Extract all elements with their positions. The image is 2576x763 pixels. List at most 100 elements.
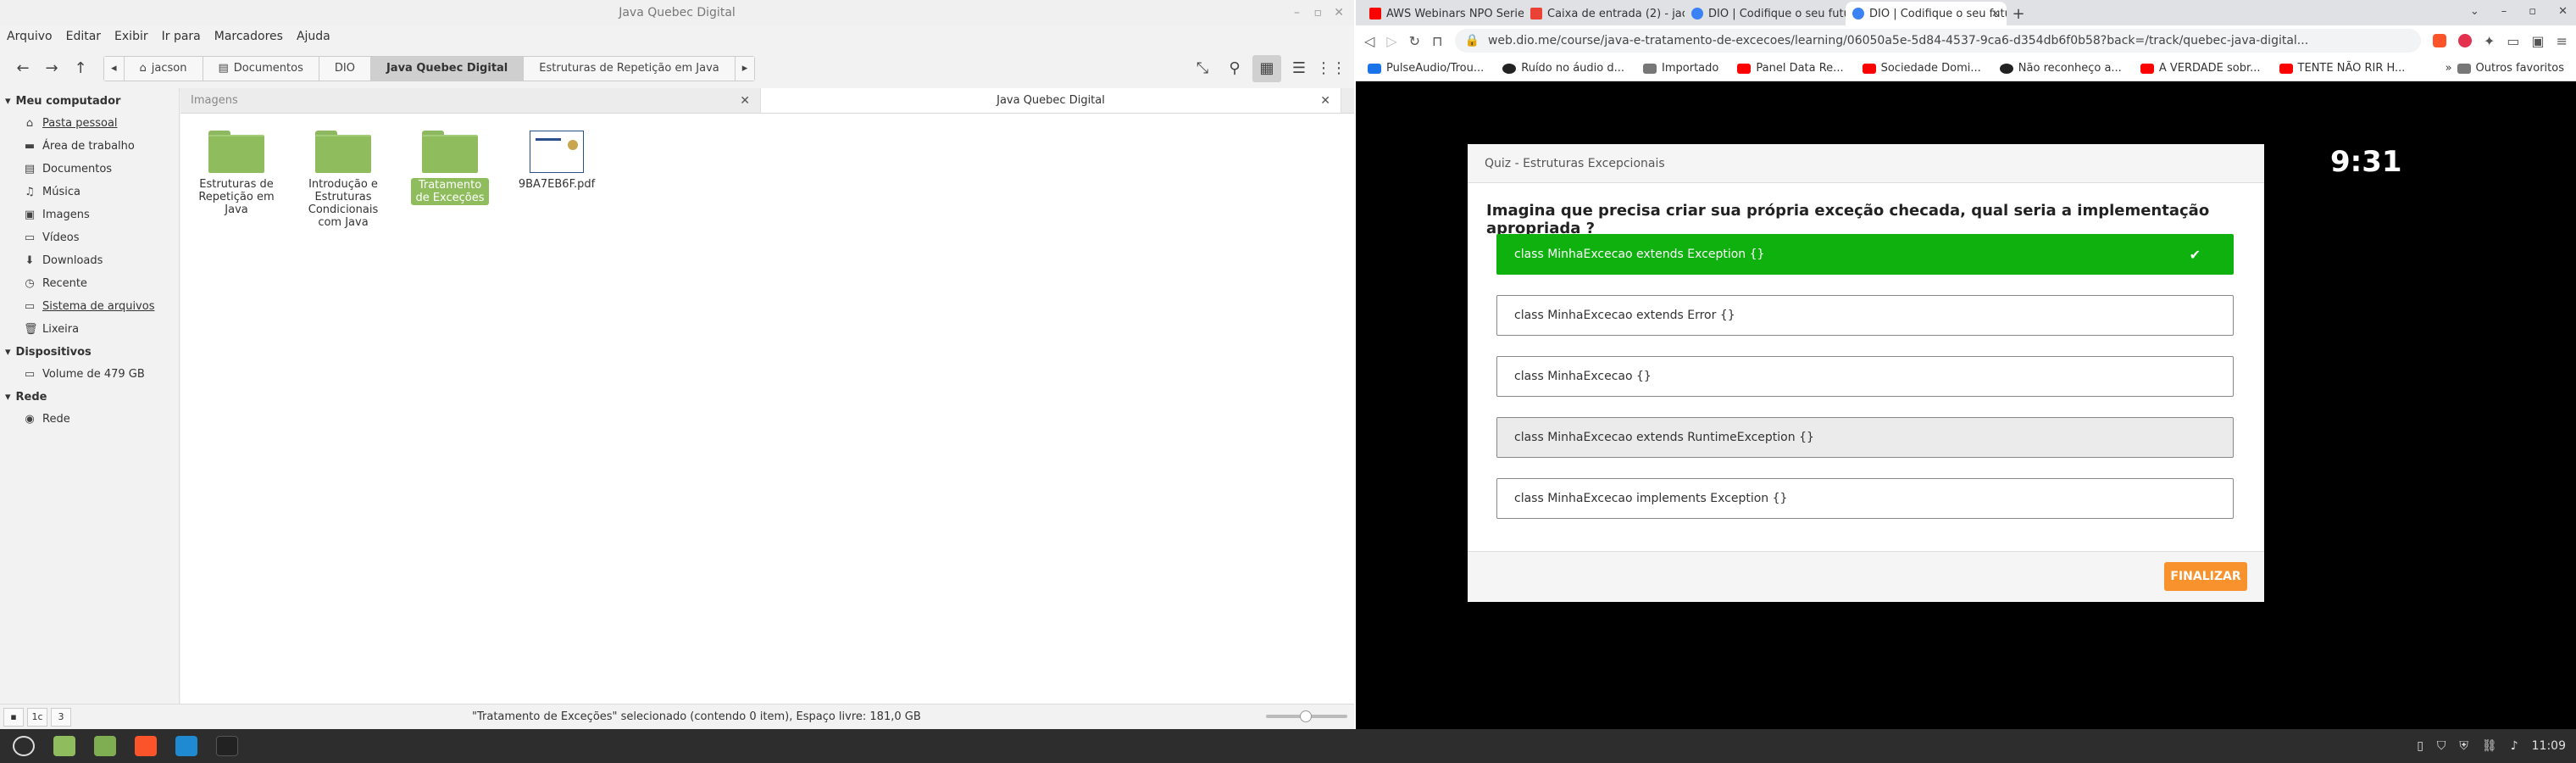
vscode-icon[interactable]	[169, 731, 203, 761]
quiz-option[interactable]: class MinhaExcecao {}	[1496, 356, 2234, 397]
other-bookmarks[interactable]: » Outros favoritos	[2446, 62, 2564, 75]
places-toggle-icon[interactable]: ▪	[3, 707, 24, 727]
sidebar-item-lixeira[interactable]: 🗑 Lixeira	[0, 318, 179, 341]
file-item-pdf[interactable]: 9BA7EB6F.pdf	[518, 131, 596, 229]
file-item-folder[interactable]: Introdução e Estruturas Condicionais com…	[304, 131, 382, 229]
close-tab-icon[interactable]: ✕	[1320, 94, 1330, 108]
finish-button[interactable]: FINALIZAR	[2164, 562, 2247, 591]
back-icon[interactable]: ◁	[1364, 33, 1374, 49]
files-app-icon[interactable]	[88, 731, 122, 761]
start-menu-icon[interactable]	[7, 731, 41, 761]
close-icon[interactable]: ✕	[2558, 5, 2568, 18]
browser-tab[interactable]: Caixa de entrada (2) - jacsonbleite	[1524, 2, 1685, 25]
sidebar-icon[interactable]: ▭	[2507, 33, 2519, 49]
bookmark-item[interactable]: Sociedade Domi...	[1862, 62, 1981, 75]
extensions-icon[interactable]: ✦	[2484, 33, 2495, 49]
sidebar-item-volume[interactable]: ▭ Volume de 479 GB	[0, 363, 179, 386]
maximize-icon[interactable]: ▫	[1314, 0, 1323, 25]
quiz-option-correct[interactable]: class MinhaExcecao extends Exception {} ✔	[1496, 234, 2234, 275]
browser-tab[interactable]: AWS Webinars NPO Series - Devops	[1363, 2, 1524, 25]
forward-arrow-icon[interactable]: →	[37, 55, 66, 82]
brave-rewards-icon[interactable]	[2457, 34, 2472, 47]
volume-icon[interactable]: ♪	[2511, 739, 2518, 753]
search-icon[interactable]: ⚲	[1220, 55, 1249, 82]
sidebar-item-musica[interactable]: ♫ Música	[0, 181, 179, 203]
sidebar-item-pasta-pessoal[interactable]: ⌂ Pasta pessoal	[0, 112, 179, 135]
menu-editar[interactable]: Editar	[66, 30, 101, 43]
zoom-slider-handle[interactable]	[1300, 710, 1312, 722]
breadcrumb-documentos[interactable]: ▤ Documentos	[203, 56, 319, 81]
status-button[interactable]: 3	[51, 707, 71, 727]
grid-view-icon[interactable]: ▦	[1252, 54, 1281, 82]
clock[interactable]: 11:09	[2532, 739, 2566, 753]
address-bar[interactable]: 🔒 web.dio.me/course/java-e-tratamento-de…	[1454, 29, 2421, 53]
new-tab-plus-icon[interactable]: +	[2007, 2, 2030, 25]
show-desktop-icon[interactable]	[47, 731, 81, 761]
menu-ir-para[interactable]: Ir para	[162, 30, 201, 43]
sidebar-item-downloads[interactable]: ⬇ Downloads	[0, 249, 179, 272]
sidebar-item-rede[interactable]: ◉ Rede	[0, 408, 179, 431]
sidebar-item-videos[interactable]: ▭ Vídeos	[0, 226, 179, 249]
network-icon[interactable]: ⛓	[2482, 739, 2497, 753]
sidebar-heading-devices[interactable]: ▾ Dispositivos	[0, 341, 179, 363]
file-item-folder-selected[interactable]: Tratamento de Exceções	[411, 131, 489, 229]
breadcrumb-dio[interactable]: DIO	[319, 56, 371, 81]
compact-view-icon[interactable]: ⋮⋮	[1316, 55, 1346, 82]
status-button[interactable]: 1c	[27, 707, 47, 727]
bookmark-folder[interactable]: Importado	[1643, 62, 1718, 75]
list-view-icon[interactable]: ☰	[1285, 55, 1313, 82]
reload-icon[interactable]: ↻	[1409, 33, 1420, 49]
tab-search-chevron-icon[interactable]: ⌄	[2470, 5, 2479, 18]
minimize-icon[interactable]: –	[1294, 0, 1300, 25]
close-tab-icon[interactable]: ✕	[1991, 8, 2000, 19]
breadcrumb-left-icon[interactable]: ◂	[104, 56, 125, 81]
sidebar-item-area-de-trabalho[interactable]: ▬ Área de trabalho	[0, 135, 179, 158]
breadcrumb-java-quebec-digital[interactable]: Java Quebec Digital	[370, 56, 525, 81]
sidebar-item-sistema-de-arquivos[interactable]: ▭ Sistema de arquivos	[0, 295, 179, 318]
breadcrumb-right-icon[interactable]: ▸	[735, 56, 755, 81]
close-tab-icon[interactable]: ✕	[740, 94, 750, 108]
sidebar-item-recente[interactable]: ◷ Recente	[0, 272, 179, 295]
path-toggle-icon[interactable]: ⤡	[1188, 55, 1217, 82]
bookmark-item[interactable]: PulseAudio/Trou...	[1368, 62, 1484, 75]
tab-java-quebec-digital[interactable]: Java Quebec Digital ✕	[761, 88, 1341, 113]
up-arrow-icon[interactable]: ↑	[66, 55, 95, 82]
shield-icon[interactable]: ⛉	[2437, 739, 2446, 753]
zoom-slider[interactable]	[1266, 710, 1347, 722]
maximize-icon[interactable]: ▫	[2529, 5, 2536, 18]
quiz-option[interactable]: class MinhaExcecao extends RuntimeExcept…	[1496, 417, 2234, 458]
menu-ajuda[interactable]: Ajuda	[297, 30, 330, 43]
bookmark-item[interactable]: TENTE NÃO RIR H...	[2279, 62, 2405, 75]
browser-tab-active[interactable]: DIO | Codifique o seu futuro g✕	[1846, 2, 2007, 25]
sidebar-item-documentos[interactable]: ▤ Documentos	[0, 158, 179, 181]
sidebar-item-imagens[interactable]: ▣ Imagens	[0, 203, 179, 226]
terminal-icon[interactable]	[210, 731, 244, 761]
forward-icon[interactable]: ▷	[1386, 33, 1396, 49]
update-icon[interactable]: ⛨	[2459, 739, 2468, 753]
close-icon[interactable]: ✕	[1334, 0, 1344, 25]
sidebar-heading-network[interactable]: ▾ Rede	[0, 386, 179, 408]
minimize-icon[interactable]: –	[2501, 5, 2507, 18]
bookmark-item[interactable]: Panel Data Re...	[1737, 62, 1844, 75]
bookmark-item[interactable]: Ruído no áudio d...	[1502, 62, 1624, 75]
brave-shield-icon[interactable]	[2432, 34, 2446, 47]
bookmark-item[interactable]: Não reconheço a...	[1999, 62, 2122, 75]
menu-icon[interactable]: ≡	[2557, 33, 2568, 49]
bookmark-icon[interactable]: ⊓	[1432, 33, 1442, 49]
bookmark-item[interactable]: A VERDADE sobr...	[2140, 62, 2261, 75]
menu-arquivo[interactable]: Arquivo	[7, 30, 53, 43]
wallet-icon[interactable]: ▣	[2531, 33, 2544, 49]
browser-tab[interactable]: DIO | Codifique o seu futuro global	[1685, 2, 1846, 25]
file-item-folder[interactable]: Estruturas de Repetição em Java	[197, 131, 275, 229]
back-arrow-icon[interactable]: ←	[8, 55, 37, 82]
menu-marcadores[interactable]: Marcadores	[214, 30, 283, 43]
quiz-option[interactable]: class MinhaExcecao extends Error {}	[1496, 295, 2234, 336]
menu-exibir[interactable]: Exibir	[114, 30, 148, 43]
brave-browser-icon[interactable]	[129, 731, 163, 761]
tab-imagens[interactable]: Imagens ✕	[180, 88, 761, 113]
breadcrumb-jacson[interactable]: ⌂ jacson	[124, 56, 203, 81]
breadcrumb-estruturas[interactable]: Estruturas de Repetição em Java	[524, 56, 736, 81]
sidebar-heading-computer[interactable]: ▾ Meu computador	[0, 90, 179, 112]
clipboard-icon[interactable]: ▯	[2417, 739, 2423, 753]
quiz-option[interactable]: class MinhaExcecao implements Exception …	[1496, 478, 2234, 519]
